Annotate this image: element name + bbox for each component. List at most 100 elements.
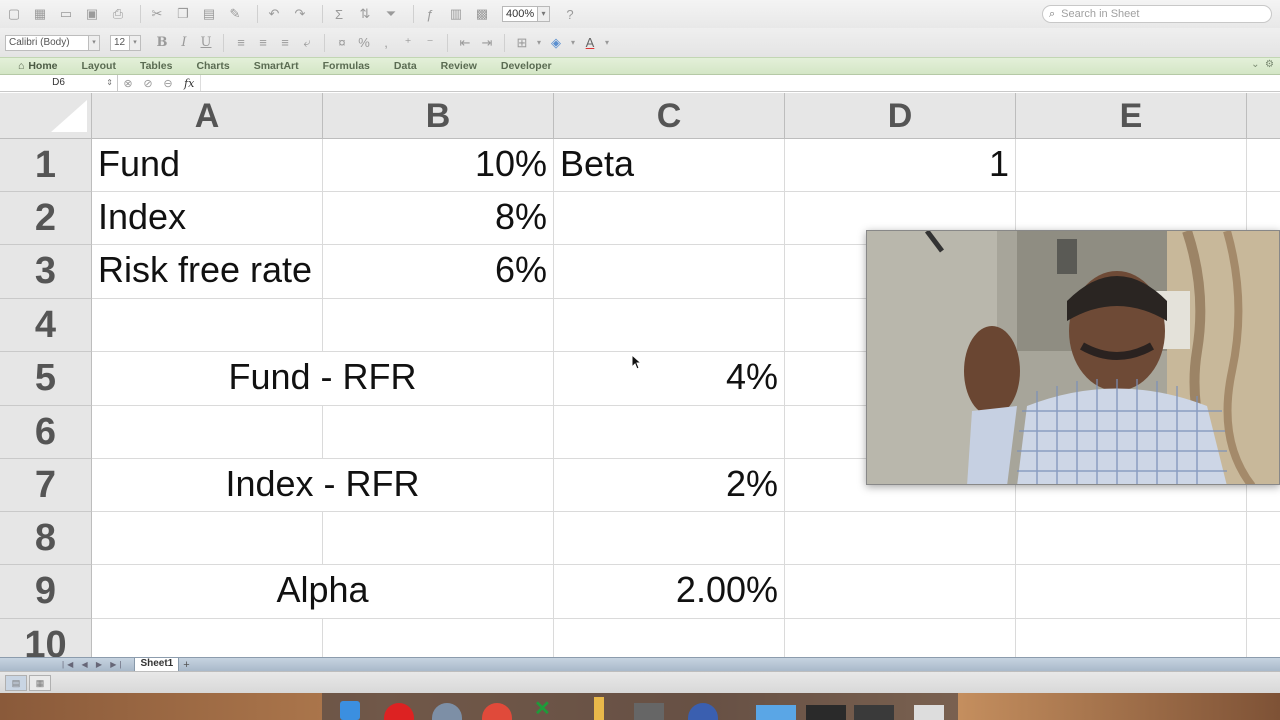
increase-decimal-icon[interactable]: ⁺ <box>397 35 419 51</box>
cell-a8[interactable] <box>92 512 323 565</box>
gallery-icon[interactable]: ▥ <box>446 5 466 23</box>
cell-d10[interactable] <box>785 619 1016 658</box>
save-icon[interactable]: ▣ <box>82 5 102 23</box>
window-thumbnail-icon[interactable] <box>806 705 846 720</box>
tab-formulas[interactable]: Formulas <box>323 60 370 72</box>
copy-icon[interactable]: ❐ <box>173 5 193 23</box>
align-center-icon[interactable]: ≡ <box>252 35 274 50</box>
confirm-icon[interactable]: ⊘ <box>138 77 158 90</box>
cell-d1[interactable]: 1 <box>785 139 1016 192</box>
cell-c6[interactable] <box>554 406 785 459</box>
cell-f1[interactable] <box>1247 139 1280 192</box>
cell-e1[interactable] <box>1016 139 1247 192</box>
cell-f10[interactable] <box>1247 619 1280 658</box>
pencil-icon[interactable] <box>594 697 604 720</box>
new-icon[interactable]: ▢ <box>4 5 24 23</box>
cell-c9[interactable]: 2.00% <box>554 565 785 619</box>
calendar-icon[interactable] <box>634 703 664 720</box>
outdent-icon[interactable]: ⇤ <box>454 35 476 51</box>
cell-b10[interactable] <box>323 619 554 658</box>
cell-c4[interactable] <box>554 299 785 352</box>
cell-a10[interactable] <box>92 619 323 658</box>
cell-b8[interactable] <box>323 512 554 565</box>
safari-icon[interactable] <box>432 703 462 720</box>
add-sheet-button[interactable]: + <box>183 659 189 671</box>
sort-icon[interactable]: ⇅ <box>355 5 375 23</box>
filter-icon[interactable]: ⏷ <box>381 5 401 23</box>
trash-icon[interactable] <box>914 705 944 720</box>
tab-developer[interactable]: Developer <box>501 60 552 72</box>
percent-button[interactable]: % <box>353 35 375 50</box>
tab-data[interactable]: Data <box>394 60 417 72</box>
tab-review[interactable]: Review <box>441 60 477 72</box>
row-header-3[interactable]: 3 <box>0 245 92 299</box>
row-header-9[interactable]: 9 <box>0 565 92 619</box>
cell-e9[interactable] <box>1016 565 1247 619</box>
chevron-down-icon[interactable]: ▾ <box>130 34 141 51</box>
cell-c7[interactable]: 2% <box>554 459 785 512</box>
cell-c2[interactable] <box>554 192 785 245</box>
italic-button[interactable]: I <box>173 35 195 50</box>
cell-c1[interactable]: Beta <box>554 139 785 192</box>
chevron-down-icon[interactable]: ▾ <box>538 6 550 22</box>
function-wizard-button[interactable]: fx <box>184 77 194 90</box>
cell-c8[interactable] <box>554 512 785 565</box>
format-painter-icon[interactable]: ✎ <box>225 5 245 23</box>
cell-e10[interactable] <box>1016 619 1247 658</box>
row-header-6[interactable]: 6 <box>0 406 92 459</box>
row-header-1[interactable]: 1 <box>0 139 92 192</box>
wrap-text-icon[interactable]: ⤶ <box>296 35 318 51</box>
indent-icon[interactable]: ⇥ <box>476 35 498 51</box>
bold-button[interactable]: B <box>151 35 173 50</box>
tab-charts[interactable]: Charts <box>196 60 229 72</box>
tab-layout[interactable]: Layout <box>82 60 116 72</box>
chevron-down-icon[interactable]: ▾ <box>567 38 579 47</box>
sheet-tab-sheet1[interactable]: Sheet1 <box>134 657 180 672</box>
column-header-f[interactable] <box>1247 93 1280 139</box>
cell-c10[interactable] <box>554 619 785 658</box>
cell-b4[interactable] <box>323 299 554 352</box>
font-name-field[interactable]: Calibri (Body) <box>5 34 89 51</box>
currency-icon[interactable]: ¤ <box>331 35 353 50</box>
column-header-b[interactable]: B <box>323 93 554 139</box>
select-all-corner[interactable] <box>0 93 92 139</box>
tab-home[interactable]: Home <box>28 60 57 72</box>
decrease-decimal-icon[interactable]: ⁻ <box>419 35 441 51</box>
paste-icon[interactable]: ▤ <box>199 5 219 23</box>
row-header-10[interactable]: 10 <box>0 619 92 658</box>
cell-a3[interactable]: Risk free rate <box>92 245 323 299</box>
cell-b6[interactable] <box>323 406 554 459</box>
function-icon[interactable]: ƒ <box>420 5 440 23</box>
window-thumbnail-icon[interactable] <box>854 705 894 720</box>
align-left-icon[interactable]: ≡ <box>230 35 252 50</box>
normal-view-icon[interactable]: ▤ <box>5 674 27 691</box>
comma-button[interactable]: , <box>375 35 397 50</box>
row-header-7[interactable]: 7 <box>0 459 92 512</box>
row-header-5[interactable]: 5 <box>0 352 92 406</box>
app-icon[interactable] <box>688 703 718 720</box>
cell-f9[interactable] <box>1247 565 1280 619</box>
stepper-icon[interactable]: ⇕ <box>106 75 113 91</box>
folder-icon[interactable] <box>756 705 796 720</box>
column-header-a[interactable]: A <box>92 93 323 139</box>
cell-e8[interactable] <box>1016 512 1247 565</box>
fill-color-icon[interactable]: ◈ <box>545 35 567 51</box>
column-header-e[interactable]: E <box>1016 93 1247 139</box>
help-icon[interactable]: ? <box>560 5 580 23</box>
cell-c3[interactable] <box>554 245 785 299</box>
chevron-down-icon[interactable]: ▾ <box>601 38 613 47</box>
dash-icon[interactable]: ⊖ <box>158 77 178 90</box>
formula-input[interactable] <box>200 75 1280 91</box>
cancel-icon[interactable]: ⊗ <box>118 77 138 90</box>
underline-button[interactable]: U <box>195 35 217 50</box>
cell-b3[interactable]: 6% <box>323 245 554 299</box>
chrome-icon[interactable] <box>482 703 512 720</box>
excel-icon[interactable]: ✕ <box>534 699 556 720</box>
cell-d8[interactable] <box>785 512 1016 565</box>
chevron-down-icon[interactable]: ▾ <box>89 34 100 51</box>
column-header-d[interactable]: D <box>785 93 1016 139</box>
opera-icon[interactable] <box>384 703 414 720</box>
print-icon[interactable]: ⎙ <box>108 5 128 23</box>
name-box[interactable]: D6 ⇕ <box>0 75 118 91</box>
search-input[interactable]: ⌕ Search in Sheet <box>1042 5 1272 23</box>
